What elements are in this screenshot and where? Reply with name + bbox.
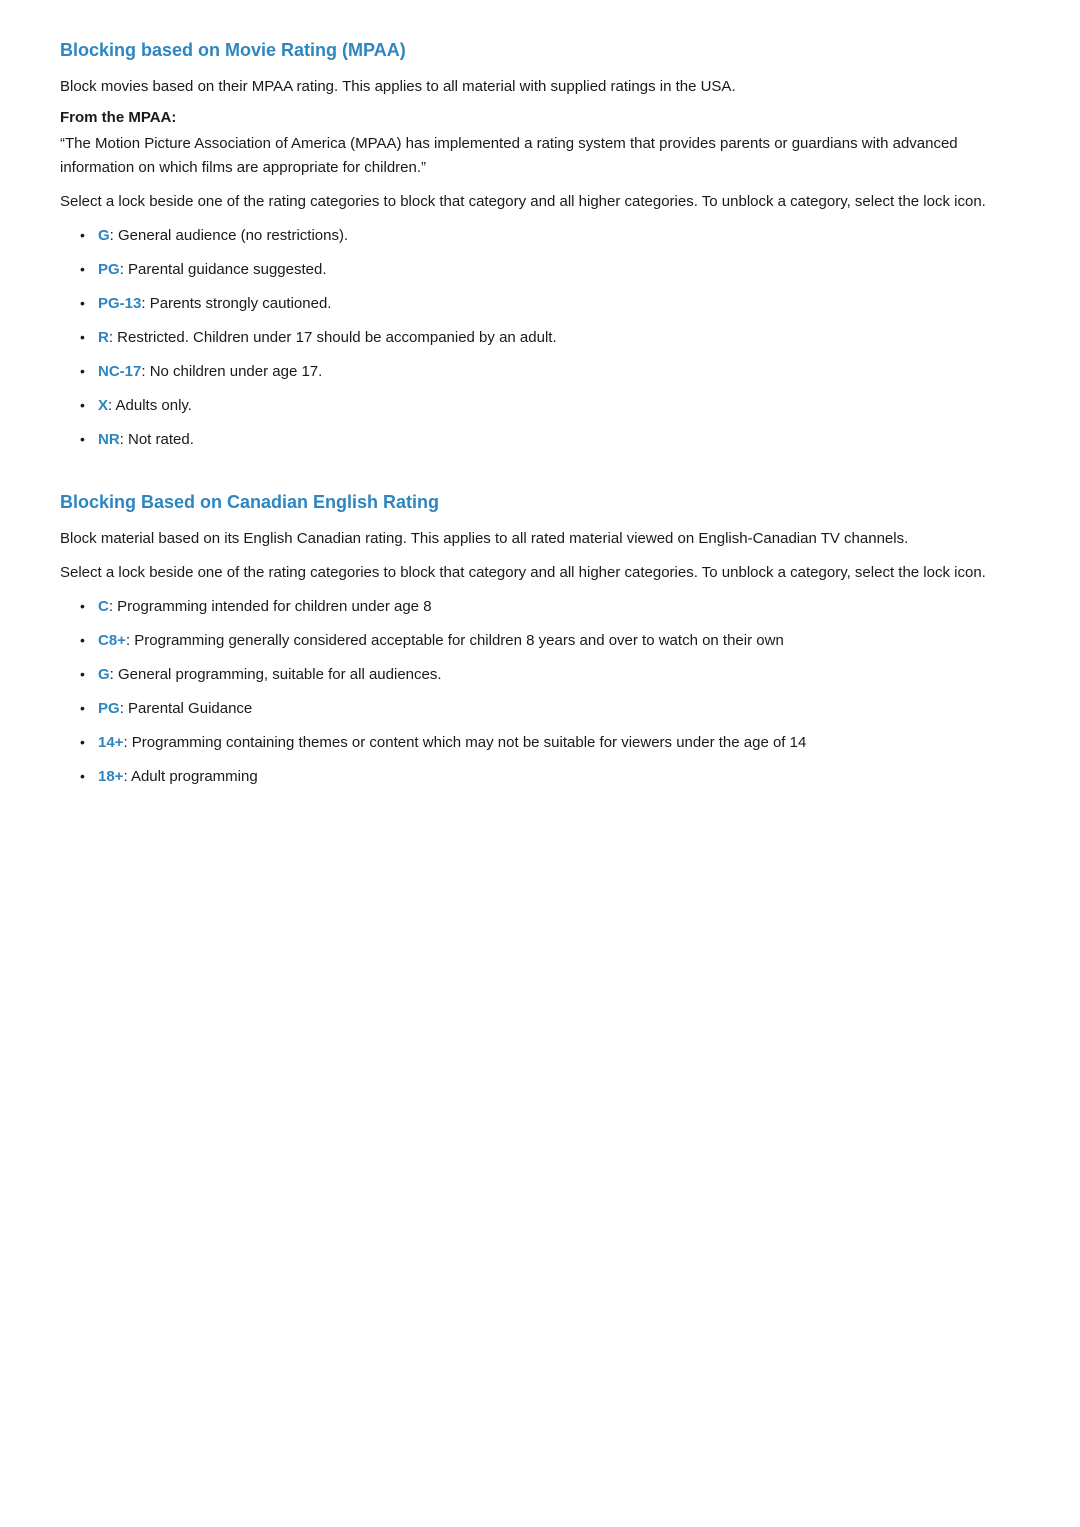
canadian-intro: Block material based on its English Cana…: [60, 527, 1020, 551]
list-item: 14+: Programming containing themes or co…: [80, 731, 1020, 755]
rating-code: X: [98, 397, 108, 414]
mpaa-section-title: Blocking based on Movie Rating (MPAA): [60, 40, 1020, 61]
list-item: PG: Parental guidance suggested.: [80, 258, 1020, 282]
rating-code: G: [98, 227, 110, 244]
list-item: PG-13: Parents strongly cautioned.: [80, 292, 1020, 316]
list-item: X: Adults only.: [80, 394, 1020, 418]
rating-code: C: [98, 598, 109, 615]
list-item: PG: Parental Guidance: [80, 697, 1020, 721]
list-item: C: Programming intended for children und…: [80, 595, 1020, 619]
canadian-section: Blocking Based on Canadian English Ratin…: [60, 492, 1020, 789]
list-item: G: General programming, suitable for all…: [80, 663, 1020, 687]
list-item: NR: Not rated.: [80, 428, 1020, 452]
list-item: R: Restricted. Children under 17 should …: [80, 326, 1020, 350]
mpaa-section: Blocking based on Movie Rating (MPAA) Bl…: [60, 40, 1020, 452]
rating-code: PG: [98, 261, 120, 278]
rating-code: 14+: [98, 734, 123, 751]
list-item: 18+: Adult programming: [80, 765, 1020, 789]
rating-code: R: [98, 329, 109, 346]
rating-code: PG: [98, 700, 120, 717]
rating-code: 18+: [98, 768, 123, 785]
mpaa-quote: “The Motion Picture Association of Ameri…: [60, 132, 1020, 180]
rating-code: C8+: [98, 632, 126, 649]
rating-code: NC-17: [98, 363, 141, 380]
rating-code: PG-13: [98, 295, 141, 312]
canadian-ratings-list: C: Programming intended for children und…: [60, 595, 1020, 789]
canadian-section-title: Blocking Based on Canadian English Ratin…: [60, 492, 1020, 513]
rating-code: G: [98, 666, 110, 683]
list-item: NC-17: No children under age 17.: [80, 360, 1020, 384]
mpaa-intro: Block movies based on their MPAA rating.…: [60, 75, 1020, 99]
list-item: G: General audience (no restrictions).: [80, 224, 1020, 248]
canadian-instruction: Select a lock beside one of the rating c…: [60, 561, 1020, 585]
mpaa-instruction: Select a lock beside one of the rating c…: [60, 190, 1020, 214]
list-item: C8+: Programming generally considered ac…: [80, 629, 1020, 653]
mpaa-from-label: From the MPAA:: [60, 109, 1020, 126]
mpaa-ratings-list: G: General audience (no restrictions). PG…: [60, 224, 1020, 452]
rating-code: NR: [98, 431, 120, 448]
